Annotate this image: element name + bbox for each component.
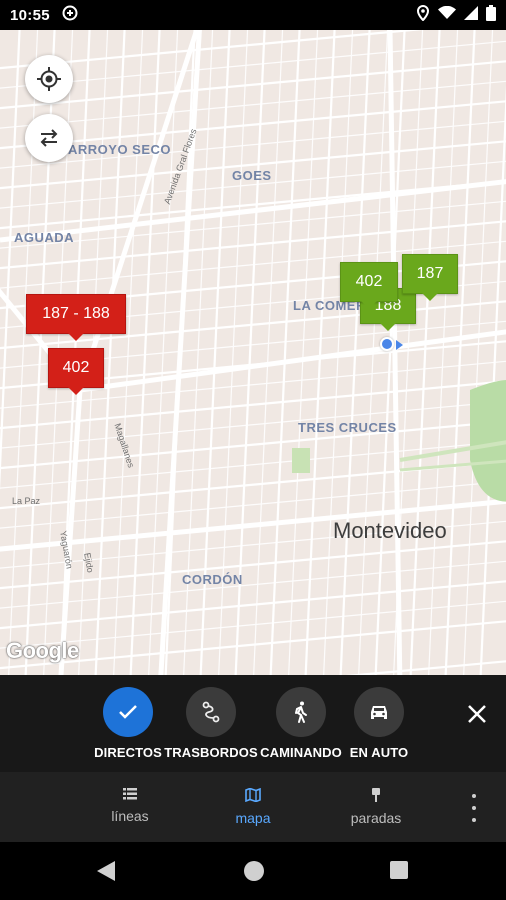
walk-icon (295, 701, 307, 723)
google-logo: Google (6, 638, 79, 663)
street-label: La Paz (12, 496, 41, 506)
area-label: AGUADA (14, 230, 75, 245)
list-icon (123, 788, 137, 800)
mode-button[interactable] (354, 687, 404, 737)
dot (472, 818, 476, 822)
dot (472, 794, 476, 798)
mode-button[interactable] (103, 687, 153, 737)
dot (472, 806, 476, 810)
nav-item-lineas[interactable]: líneas (75, 788, 185, 824)
status-bar: 10:55 (0, 0, 506, 30)
area-label: CORDÓN (182, 572, 243, 587)
area-label: ARROYO SECO (68, 142, 172, 157)
status-time: 10:55 (10, 6, 50, 24)
mode-trasbordos[interactable]: TRASBORDOS (161, 687, 261, 760)
crosshair-icon (37, 67, 61, 91)
nav-label: líneas (111, 808, 149, 824)
map-view[interactable]: GOES AGUADA LA COMERCIO TRES CRUCES CORD… (0, 30, 506, 675)
overflow-menu-button[interactable] (466, 794, 482, 822)
signal-icon (464, 6, 478, 24)
marker-label: 187 - 188 (42, 305, 110, 322)
nav-label: mapa (235, 810, 271, 826)
nav-label: paradas (350, 810, 402, 826)
location-icon (416, 4, 430, 25)
transfer-route-icon (202, 701, 220, 723)
route-marker-red[interactable]: 187 - 188 (26, 294, 126, 341)
mode-en-auto[interactable]: EN AUTO (329, 687, 429, 760)
route-marker-green[interactable]: 402 (340, 262, 398, 309)
travel-mode-panel: DIRECTOS TRASBORDOS CAMINANDO EN AUTO (0, 675, 506, 772)
mode-button[interactable] (186, 687, 236, 737)
heading-arrow-icon (396, 340, 403, 350)
mode-label: EN AUTO (349, 745, 409, 760)
home-button[interactable] (243, 860, 265, 887)
check-icon (119, 705, 137, 719)
swap-arrows-icon (40, 129, 58, 147)
nav-item-paradas[interactable]: paradas (321, 788, 431, 826)
route-marker-red[interactable]: 402 (48, 348, 104, 395)
back-button[interactable] (96, 860, 116, 887)
back-triangle-icon (97, 861, 115, 881)
map-icon (245, 788, 261, 802)
recents-button[interactable] (389, 860, 409, 885)
my-location-button[interactable] (25, 55, 73, 103)
bottom-navigation: líneas mapa paradas (0, 772, 506, 842)
home-circle-icon (244, 861, 264, 881)
city-label: Montevideo (333, 518, 447, 543)
wifi-icon (438, 5, 456, 24)
close-icon (468, 705, 486, 723)
swap-direction-button[interactable] (25, 114, 73, 162)
data-saver-icon (62, 5, 78, 25)
area-label: TRES CRUCES (298, 420, 397, 435)
recents-square-icon (390, 861, 408, 879)
system-navigation-bar (0, 842, 506, 900)
marker-label: 402 (62, 359, 90, 376)
battery-icon (486, 5, 496, 25)
car-icon (371, 706, 387, 719)
mode-label: TRASBORDOS (164, 745, 258, 760)
marker-label: 187 (416, 265, 444, 282)
mode-button[interactable] (276, 687, 326, 737)
close-button[interactable] (462, 699, 492, 729)
nav-item-mapa[interactable]: mapa (198, 788, 308, 826)
current-location-dot (380, 337, 394, 351)
mode-label: DIRECTOS (94, 745, 162, 760)
bus-stop-icon (372, 788, 380, 802)
route-marker-green[interactable]: 187 (402, 254, 458, 301)
area-label: GOES (232, 168, 272, 183)
marker-label: 402 (355, 273, 383, 290)
